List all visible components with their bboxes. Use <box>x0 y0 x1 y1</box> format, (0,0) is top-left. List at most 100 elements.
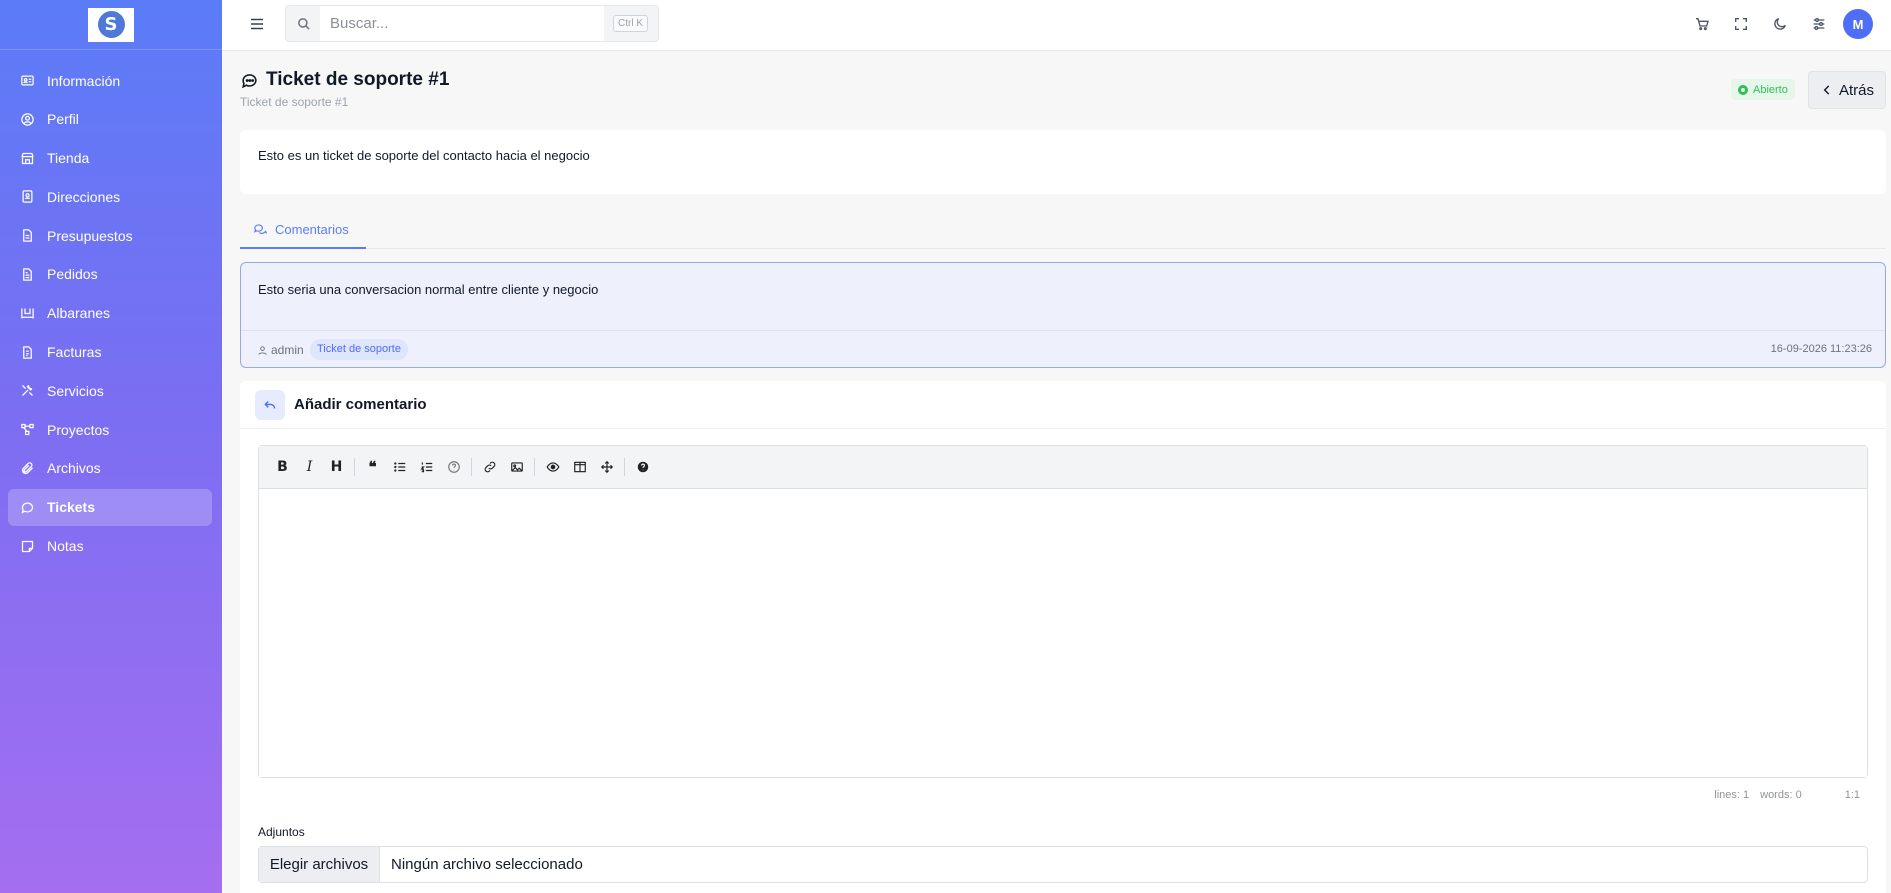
comment-timestamp: 16-09-2026 11:23:26 <box>1770 343 1872 355</box>
sidebar-item-facturas[interactable]: Facturas <box>8 334 212 371</box>
hamburger-menu-icon[interactable] <box>248 15 266 33</box>
status-dot-icon <box>1738 84 1748 95</box>
side-by-side-icon[interactable] <box>566 454 593 481</box>
search-input[interactable] <box>320 6 604 41</box>
editor-words: words: 0 <box>1760 789 1802 801</box>
guide-question-icon[interactable] <box>629 454 656 481</box>
sidebar-item-direcciones[interactable]: Direcciones <box>8 178 212 215</box>
tab-comentarios[interactable]: Comentarios <box>240 212 366 249</box>
sidebar-item-informacion[interactable]: Información <box>8 62 212 99</box>
sticky-note-icon <box>19 538 35 554</box>
link-icon[interactable] <box>476 454 503 481</box>
status-badge-label: Abierto <box>1753 83 1788 96</box>
page-title: Ticket de soporte #1 <box>240 69 449 91</box>
bold-icon[interactable]: B <box>269 454 296 481</box>
toolbar-divider <box>624 458 625 476</box>
back-button-label: Atrás <box>1838 81 1874 99</box>
shortcut-hint: Ctrl K <box>613 15 648 32</box>
ticket-description-card: Esto es un ticket de soporte del contact… <box>240 130 1886 194</box>
fullscreen-arrows-icon[interactable] <box>593 454 620 481</box>
file-invoice-icon <box>19 266 35 282</box>
paperclip-icon <box>19 460 35 476</box>
comment-author-name: admin <box>271 343 304 357</box>
sidebar-item-label: Perfil <box>47 111 79 128</box>
user-icon <box>258 345 267 355</box>
comment-body: Esto seria una conversacion normal entre… <box>258 282 599 297</box>
preview-eye-icon[interactable] <box>539 454 566 481</box>
unordered-list-icon[interactable] <box>386 454 413 481</box>
sidebar-item-proyectos[interactable]: Proyectos <box>8 411 212 448</box>
invoice-icon <box>19 344 35 360</box>
comment-item: Esto seria una conversacion normal entre… <box>240 262 1886 368</box>
reply-icon <box>255 390 285 420</box>
sidebar-item-servicios[interactable]: Servicios <box>8 372 212 409</box>
ordered-list-icon[interactable] <box>413 454 440 481</box>
store-icon <box>19 150 35 166</box>
logo[interactable]: S <box>88 7 134 42</box>
sidebar-item-label: Facturas <box>47 344 102 361</box>
sidebar-item-label: Pedidos <box>47 266 98 283</box>
file-input: Elegir archivos Ningún archivo seleccion… <box>258 846 1868 883</box>
page-title-text: Ticket de soporte #1 <box>266 69 450 90</box>
sidebar-item-archivos[interactable]: Archivos <box>8 450 212 487</box>
sidebar-item-label: Información <box>47 72 121 89</box>
chat-icon <box>241 73 257 88</box>
tools-icon <box>19 383 35 399</box>
editor-lines: lines: 1 <box>1714 789 1750 801</box>
sidebar-nav: Información Perfil Tienda Direcciones Pr… <box>8 62 212 566</box>
fullscreen-icon[interactable] <box>1726 9 1756 39</box>
dark-mode-moon-icon[interactable] <box>1765 9 1795 39</box>
cart-icon[interactable] <box>1687 9 1717 39</box>
brand: S <box>0 0 222 50</box>
topbar-actions: M <box>1678 9 1873 39</box>
help-circle-icon[interactable] <box>440 454 467 481</box>
attachments-label: Adjuntos <box>258 825 305 839</box>
sidebar-item-label: Servicios <box>47 382 104 399</box>
sidebar-item-perfil[interactable]: Perfil <box>8 101 212 138</box>
no-file-selected: Ningún archivo seleccionado <box>391 856 583 873</box>
image-icon[interactable] <box>503 454 530 481</box>
pallet-icon <box>19 305 35 321</box>
choose-files-button[interactable]: Elegir archivos <box>259 847 380 882</box>
id-card-icon <box>19 73 35 89</box>
comment-author: admin <box>257 343 304 357</box>
add-comment-card: Añadir comentario B I H ❝ lines: 1 words… <box>240 381 1886 893</box>
toolbar-divider <box>471 458 472 476</box>
sidebar-item-label: Proyectos <box>47 421 110 438</box>
sidebar-item-pedidos[interactable]: Pedidos <box>8 256 212 293</box>
chat-icon <box>19 499 35 515</box>
sidebar-item-label: Tickets <box>47 499 95 516</box>
page-header: Ticket de soporte #1 Ticket de soporte #… <box>240 51 1886 131</box>
quote-icon[interactable]: ❝ <box>359 454 386 481</box>
settings-sliders-icon[interactable] <box>1804 9 1834 39</box>
add-comment-header: Añadir comentario <box>240 381 1886 429</box>
back-button[interactable]: Atrás <box>1808 71 1886 109</box>
project-diagram-icon <box>19 422 35 438</box>
tabs: Comentarios <box>240 212 1886 249</box>
editor-cursor: 1:1 <box>1844 789 1860 801</box>
sidebar-item-albaranes[interactable]: Albaranes <box>8 295 212 332</box>
comments-icon <box>253 224 268 234</box>
avatar[interactable]: M <box>1843 9 1873 39</box>
sidebar-item-label: Archivos <box>47 460 101 477</box>
sidebar: S Información Perfil Tienda Direcciones … <box>0 0 222 893</box>
comment-textarea[interactable] <box>259 489 1867 777</box>
heading-icon[interactable]: H <box>323 454 350 481</box>
sidebar-item-label: Presupuestos <box>47 227 133 244</box>
sidebar-item-tienda[interactable]: Tienda <box>8 140 212 177</box>
editor-statusbar: lines: 1 words: 0 1:1 <box>1703 789 1860 801</box>
topbar: Ctrl K M <box>222 0 1891 51</box>
main-content: Ticket de soporte #1 Ticket de soporte #… <box>240 51 1886 893</box>
address-book-icon <box>19 189 35 205</box>
sidebar-item-notas[interactable]: Notas <box>8 528 212 565</box>
sidebar-item-presupuestos[interactable]: Presupuestos <box>8 217 212 254</box>
comment-tag: Ticket de soporte <box>310 339 408 360</box>
sidebar-item-label: Notas <box>47 538 84 555</box>
italic-icon[interactable]: I <box>296 454 323 481</box>
toolbar-divider <box>534 458 535 476</box>
sidebar-item-tickets[interactable]: Tickets <box>8 488 212 526</box>
search-box: Ctrl K <box>285 5 659 42</box>
add-comment-title: Añadir comentario <box>294 396 427 413</box>
breadcrumb: Ticket de soporte #1 <box>240 95 349 109</box>
editor-toolbar: B I H ❝ <box>259 446 1867 489</box>
